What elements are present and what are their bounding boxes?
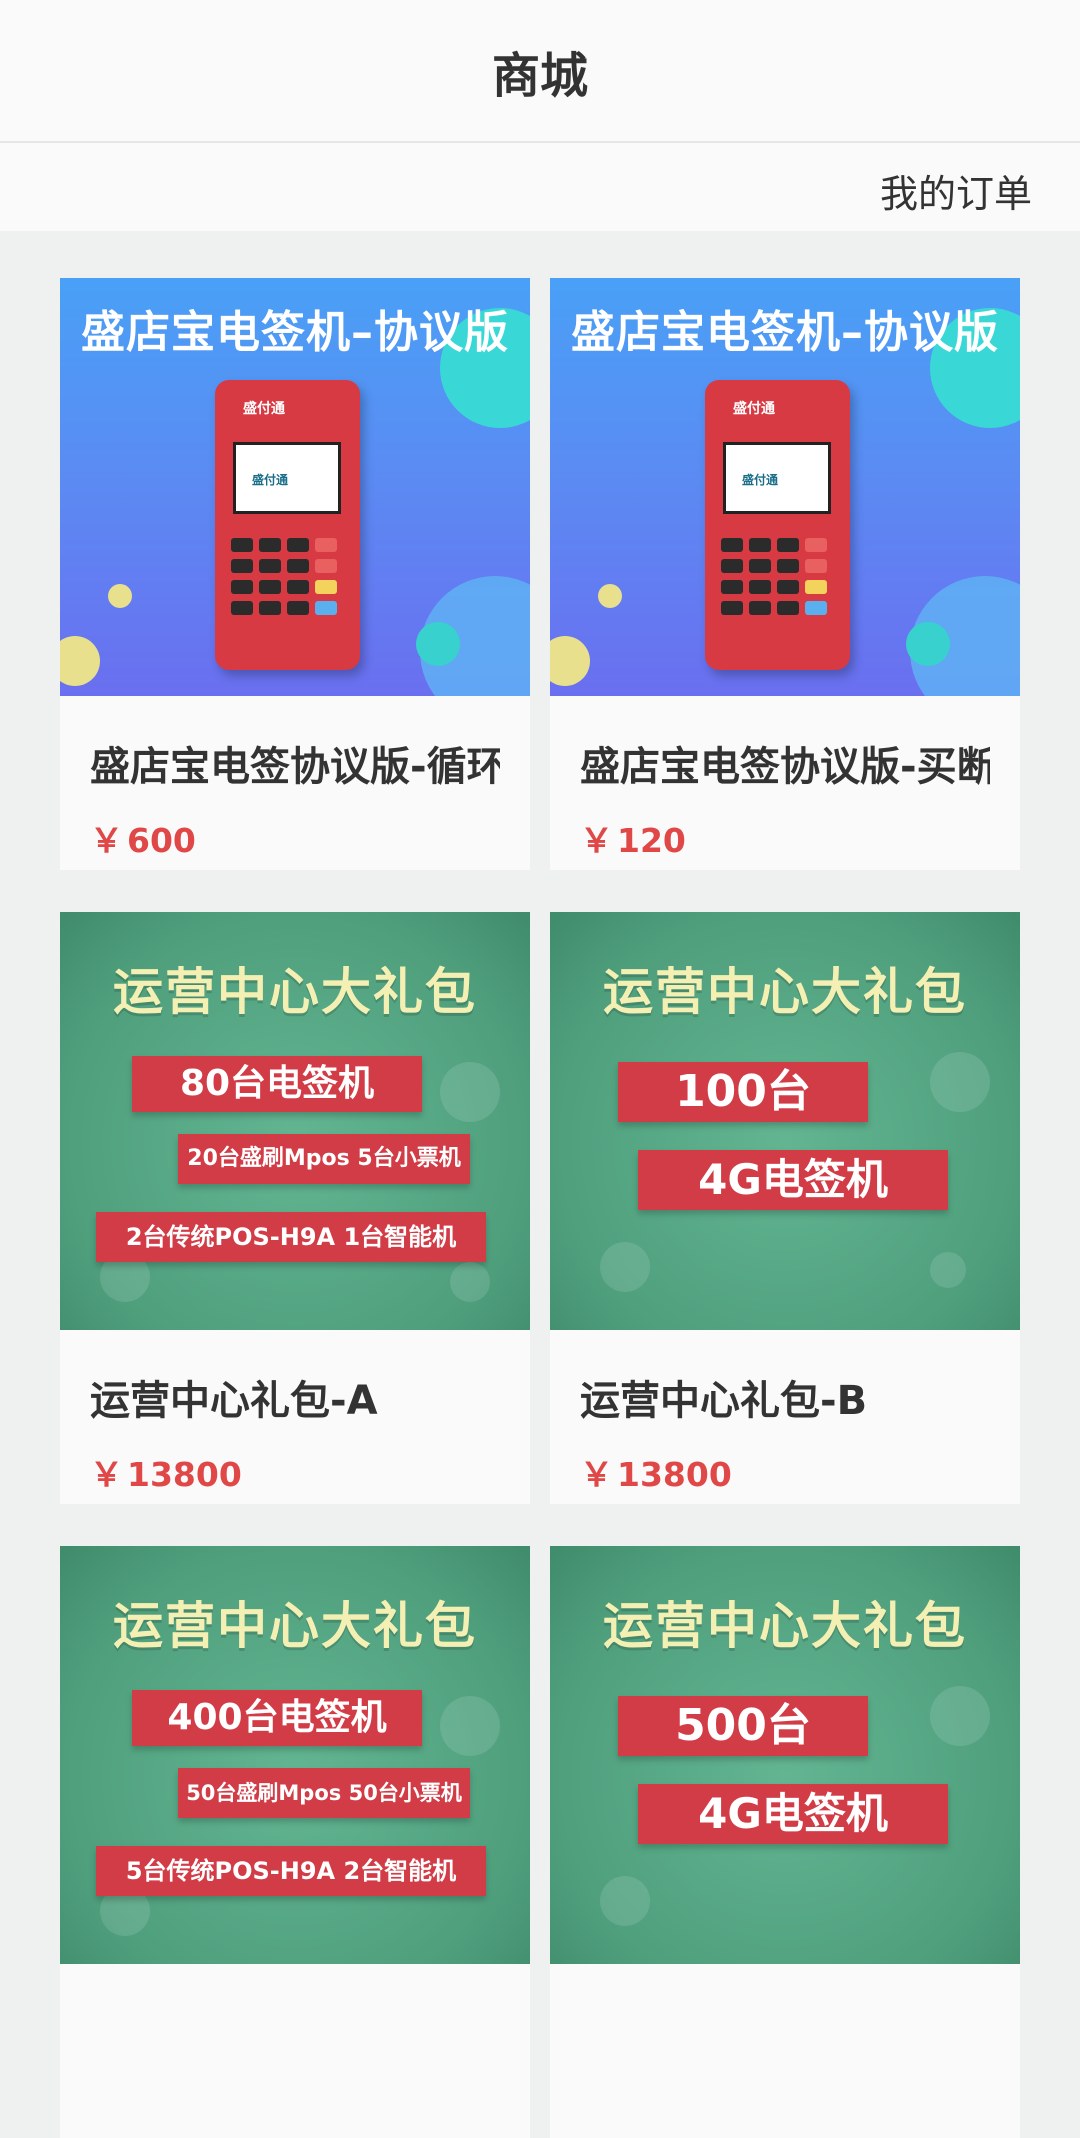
poster-line-3: 5台传统POS-H9A 2台智能机 [96, 1846, 486, 1896]
product-name[interactable]: 运营中心礼包-A [90, 1368, 500, 1426]
product-image[interactable]: 运营中心大礼包 100台 4G电签机 [550, 912, 1020, 1330]
product-card[interactable]: 盛店宝电签机–协议版 盛付通 盛付通 盛店宝电签协议版-循环 ￥ 600 [60, 278, 530, 870]
product-image[interactable]: 盛店宝电签机–协议版 盛付通 盛付通 [60, 278, 530, 696]
page-title: 商城 [491, 47, 588, 104]
poster-headline: 盛店宝电签机–协议版 [571, 307, 999, 358]
product-price [90, 2024, 500, 2063]
product-image[interactable]: 盛店宝电签机–协议版 盛付通 盛付通 [550, 278, 1020, 696]
poster-line-1: 400台电签机 [132, 1690, 422, 1746]
poster-line-2: 50台盛刷Mpos 50台小票机 [178, 1768, 470, 1818]
product-image[interactable]: 运营中心大礼包 400台电签机 50台盛刷Mpos 50台小票机 5台传统POS… [60, 1546, 530, 1964]
poster-brand: 盛付通 [243, 401, 285, 417]
product-price: ￥ 13800 [90, 1455, 242, 1494]
pos-terminal-illustration: 盛付通 盛付通 [215, 380, 360, 670]
product-card[interactable]: 运营中心大礼包 80台电签机 20台盛刷Mpos 5台小票机 2台传统POS-H… [60, 912, 530, 1504]
product-image[interactable]: 运营中心大礼包 80台电签机 20台盛刷Mpos 5台小票机 2台传统POS-H… [60, 912, 530, 1330]
pos-terminal-illustration: 盛付通 盛付通 [705, 380, 850, 670]
product-card[interactable]: 运营中心大礼包 100台 4G电签机 运营中心礼包-B ￥ 13800 [550, 912, 1020, 1504]
poster-line-1: 80台电签机 [132, 1056, 422, 1112]
screen-logo: 盛付通 [742, 473, 779, 487]
poster-headline: 盛店宝电签机–协议版 [81, 307, 509, 358]
poster-headline: 运营中心大礼包 [113, 963, 477, 1021]
poster-headline: 运营中心大礼包 [603, 1597, 967, 1655]
product-price: ￥ 13800 [580, 1455, 732, 1494]
product-name[interactable]: 盛店宝电签协议版-买断 [580, 734, 990, 792]
product-grid: 盛店宝电签机–协议版 盛付通 盛付通 盛店宝电签协议版-循环 ￥ 600 盛店宝电… [60, 278, 1020, 2138]
product-price: ￥ 120 [580, 821, 686, 860]
product-name[interactable]: 运营中心礼包-B [580, 1368, 990, 1426]
poster-brand: 盛付通 [733, 401, 775, 417]
poster-line-2: 4G电签机 [638, 1784, 948, 1844]
screen-logo: 盛付通 [252, 473, 289, 487]
top-bar: 商城 [0, 0, 1080, 143]
product-image[interactable]: 运营中心大礼包 500台 4G电签机 [550, 1546, 1020, 1964]
poster-headline: 运营中心大礼包 [603, 963, 967, 1021]
product-price: ￥ 600 [90, 821, 196, 860]
product-card[interactable]: 运营中心大礼包 500台 4G电签机 [550, 1546, 1020, 2138]
poster-headline: 运营中心大礼包 [113, 1597, 477, 1655]
poster-line-2: 20台盛刷Mpos 5台小票机 [178, 1134, 470, 1184]
sub-bar: 我的订单 [0, 143, 1080, 231]
poster-line-1: 500台 [618, 1696, 868, 1756]
my-orders-link[interactable]: 我的订单 [880, 163, 1032, 218]
poster-line-3: 2台传统POS-H9A 1台智能机 [96, 1212, 486, 1262]
product-card[interactable]: 盛店宝电签机–协议版 盛付通 盛付通 盛店宝电签协议版-买断 ￥ 120 [550, 278, 1020, 870]
product-price [580, 2024, 990, 2063]
product-name[interactable]: 盛店宝电签协议版-循环 [90, 734, 500, 792]
poster-line-2: 4G电签机 [638, 1150, 948, 1210]
poster-line-1: 100台 [618, 1062, 868, 1122]
product-card[interactable]: 运营中心大礼包 400台电签机 50台盛刷Mpos 50台小票机 5台传统POS… [60, 1546, 530, 2138]
